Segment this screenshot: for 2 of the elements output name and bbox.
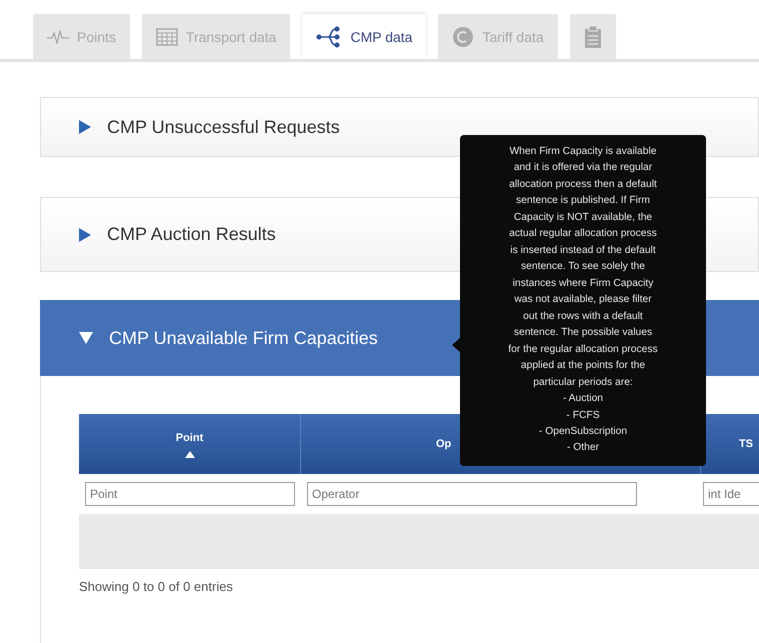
table-info-text: Showing 0 to 0 of 0 entries	[79, 578, 234, 596]
help-tooltip: When Firm Capacity is available and it is offered via the regular allocation process then a default sentence is published. If Firm Capacity is NOT available, the actual regular allocation process is inserted instead of the default sentence. To see solely the instances where Firm Capacity was not available, please filter out the rows with a default sentence. The possible values for the regular allocation process applied at the points for the particular periods are: - Auction - FCFS - OpenSubscription - Other	[460, 135, 706, 466]
